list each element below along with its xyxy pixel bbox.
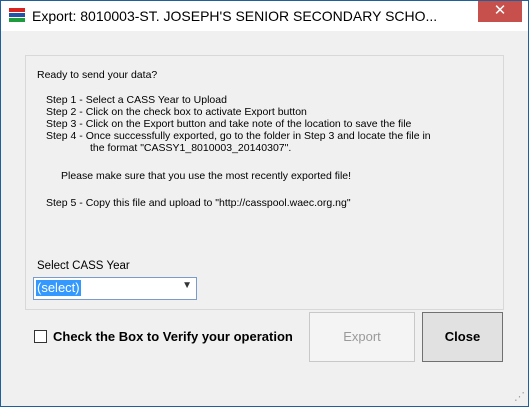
step-2-text: Step 2 - Click on the check box to activ… <box>46 106 307 118</box>
close-button[interactable]: Close <box>422 312 503 362</box>
cass-year-label: Select CASS Year <box>37 260 130 272</box>
step-5-text: Step 5 - Copy this file and upload to "h… <box>46 197 351 209</box>
export-button[interactable]: Export <box>309 312 415 362</box>
cass-year-select[interactable]: (select) ▼ <box>33 277 197 300</box>
verify-checkbox[interactable] <box>34 330 47 343</box>
recent-file-note: Please make sure that you use the most r… <box>61 170 352 182</box>
flag-stripe-green <box>9 18 25 22</box>
flag-stripe-blue <box>9 13 25 17</box>
step-1-text: Step 1 - Select a CASS Year to Upload <box>46 94 227 106</box>
step-4-format-text: the format "CASSY1_8010003_20140307". <box>90 142 292 154</box>
export-dialog: Export: 8010003-ST. JOSEPH'S SENIOR SECO… <box>0 0 529 407</box>
instructions-heading: Ready to send your data? <box>37 69 158 81</box>
step-3-text: Step 3 - Click on the Export button and … <box>46 118 412 130</box>
window-close-button[interactable]: ✕ <box>478 1 522 22</box>
verify-checkbox-label[interactable]: Check the Box to Verify your operation <box>53 329 293 344</box>
step-4-text: Step 4 - Once successfully exported, go … <box>46 130 431 142</box>
app-flag-icon <box>9 8 25 22</box>
title-bar: Export: 8010003-ST. JOSEPH'S SENIOR SECO… <box>1 1 528 31</box>
flag-stripe-red <box>9 8 25 12</box>
window-title: Export: 8010003-ST. JOSEPH'S SENIOR SECO… <box>32 8 438 24</box>
cass-year-selected-value: (select) <box>36 280 81 296</box>
resize-grip-icon[interactable]: ⋰ <box>514 390 525 403</box>
chevron-down-icon: ▼ <box>182 280 192 291</box>
